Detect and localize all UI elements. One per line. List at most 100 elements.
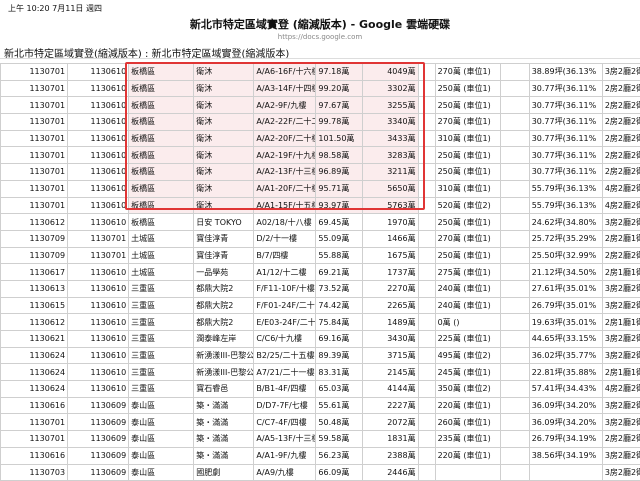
table-cell[interactable]: 27.61坪(35.01% (529, 280, 602, 297)
table-cell[interactable]: 板橋區 (129, 80, 194, 97)
table-cell[interactable]: B/B1-4F/四樓 (254, 381, 316, 398)
table-cell[interactable]: 2446萬 (363, 464, 418, 481)
table-cell[interactable]: 1130615 (1, 297, 68, 314)
table-cell[interactable]: 3430萬 (363, 331, 418, 348)
table-cell[interactable]: 3房2廳2衛 (602, 331, 640, 348)
table-cell[interactable]: 36.09坪(34.20% (529, 414, 602, 431)
table-cell[interactable]: A/A2-20F/二十樓 (254, 130, 316, 147)
table-cell[interactable]: 250萬 (車位1) (435, 147, 500, 164)
table-cell[interactable]: 築・滿滿 (194, 431, 254, 448)
table-cell[interactable]: 三重區 (129, 364, 194, 381)
table-cell[interactable]: 1130701 (1, 80, 68, 97)
table-cell[interactable]: A/A5-13F/十三樓 (254, 431, 316, 448)
table-cell[interactable]: 5763萬 (363, 197, 418, 214)
table-cell[interactable] (418, 130, 435, 147)
table-cell[interactable] (418, 381, 435, 398)
table-cell[interactable]: 101.50萬 (316, 130, 363, 147)
table-cell[interactable]: 495萬 (車位2) (435, 347, 500, 364)
table-cell[interactable]: 26.79坪(35.01% (529, 297, 602, 314)
table-cell[interactable] (500, 297, 529, 314)
table-cell[interactable]: 2房1廳1衛 (602, 314, 640, 331)
table-cell[interactable]: 1130612 (1, 214, 68, 231)
table-cell[interactable] (500, 314, 529, 331)
table-cell[interactable] (418, 64, 435, 81)
table-cell[interactable]: 1130609 (68, 397, 129, 414)
table-cell[interactable]: 1130624 (1, 364, 68, 381)
table-cell[interactable]: 25.50坪(32.99% (529, 247, 602, 264)
table-cell[interactable] (418, 347, 435, 364)
table-cell[interactable]: C/C6/十九樓 (254, 331, 316, 348)
table-cell[interactable]: 2房2廳2衛 (602, 97, 640, 114)
table-cell[interactable]: 1130610 (68, 114, 129, 131)
table-cell[interactable]: 1130701 (1, 114, 68, 131)
table-cell[interactable]: 69.16萬 (316, 331, 363, 348)
table-cell[interactable]: 1130624 (1, 381, 68, 398)
table-cell[interactable]: 4144萬 (363, 381, 418, 398)
table-cell[interactable]: 3房2廳2衛 (602, 447, 640, 464)
table-cell[interactable] (500, 381, 529, 398)
table-cell[interactable] (418, 247, 435, 264)
table-cell[interactable]: 三重區 (129, 347, 194, 364)
table-cell[interactable]: 65.03萬 (316, 381, 363, 398)
table-cell[interactable]: 350萬 (車位2) (435, 381, 500, 398)
table-cell[interactable] (418, 431, 435, 448)
table-cell[interactable]: 36.02坪(35.77% (529, 347, 602, 364)
table-cell[interactable]: 3房2廳2衛 (602, 64, 640, 81)
table-cell[interactable]: 99.78萬 (316, 114, 363, 131)
table-cell[interactable]: 3房2廳2衛 (602, 464, 640, 481)
table-cell[interactable]: 1130616 (1, 447, 68, 464)
table-cell[interactable]: 1130609 (68, 464, 129, 481)
table-cell[interactable]: 泰山區 (129, 447, 194, 464)
table-cell[interactable]: 三重區 (129, 381, 194, 398)
table-cell[interactable]: 1831萬 (363, 431, 418, 448)
table-cell[interactable]: 新湧漾III-巴黎公 (194, 347, 254, 364)
table-cell[interactable]: 2房2廳2衛 (602, 164, 640, 181)
table-cell[interactable]: 5650萬 (363, 180, 418, 197)
table-cell[interactable]: 2270萬 (363, 280, 418, 297)
table-cell[interactable]: 250萬 (車位1) (435, 247, 500, 264)
table-cell[interactable]: 1130612 (1, 314, 68, 331)
table-cell[interactable]: 1130610 (68, 164, 129, 181)
table-cell[interactable] (500, 447, 529, 464)
table-cell[interactable]: 板橋區 (129, 214, 194, 231)
table-cell[interactable]: 1130609 (68, 431, 129, 448)
table-cell[interactable] (500, 264, 529, 281)
table-cell[interactable]: 1130617 (1, 264, 68, 281)
table-cell[interactable]: 潤泰峰左岸 (194, 331, 254, 348)
table-cell[interactable]: 95.71萬 (316, 180, 363, 197)
table-cell[interactable]: 30.77坪(36.11% (529, 147, 602, 164)
table-cell[interactable]: 250萬 (車位1) (435, 97, 500, 114)
table-cell[interactable]: 3340萬 (363, 114, 418, 131)
table-cell[interactable]: 3房2廳2衛 (602, 297, 640, 314)
table-cell[interactable]: 3255萬 (363, 97, 418, 114)
table-cell[interactable] (435, 464, 500, 481)
table-cell[interactable] (418, 364, 435, 381)
table-cell[interactable]: 2145萬 (363, 364, 418, 381)
table-cell[interactable]: 1130610 (68, 331, 129, 348)
table-cell[interactable]: 21.12坪(34.50% (529, 264, 602, 281)
table-cell[interactable] (500, 64, 529, 81)
table-cell[interactable]: 99.20萬 (316, 80, 363, 97)
table-cell[interactable]: 30.77坪(36.11% (529, 164, 602, 181)
table-cell[interactable]: 270萬 (車位1) (435, 114, 500, 131)
table-cell[interactable]: 1130703 (1, 464, 68, 481)
table-cell[interactable]: 83.31萬 (316, 364, 363, 381)
table-cell[interactable]: 衛沐 (194, 147, 254, 164)
table-cell[interactable]: 38.56坪(34.19% (529, 447, 602, 464)
table-cell[interactable]: 2227萬 (363, 397, 418, 414)
table-cell[interactable] (500, 397, 529, 414)
table-cell[interactable] (500, 247, 529, 264)
table-cell[interactable]: 1489萬 (363, 314, 418, 331)
table-cell[interactable]: 寶佳淳青 (194, 230, 254, 247)
table-cell[interactable]: 3房2廳2衛 (602, 214, 640, 231)
table-cell[interactable]: 1130701 (1, 147, 68, 164)
table-cell[interactable]: 1130610 (68, 280, 129, 297)
table-cell[interactable]: 55.79坪(36.13% (529, 180, 602, 197)
table-cell[interactable]: 26.79坪(34.19% (529, 431, 602, 448)
table-cell[interactable]: 土城區 (129, 264, 194, 281)
table-cell[interactable]: 310萬 (車位1) (435, 130, 500, 147)
table-cell[interactable]: 1466萬 (363, 230, 418, 247)
table-cell[interactable]: 235萬 (車位1) (435, 431, 500, 448)
table-cell[interactable]: 2房2廳2衛 (602, 147, 640, 164)
table-cell[interactable]: A/A3-14F/十四樓 (254, 80, 316, 97)
